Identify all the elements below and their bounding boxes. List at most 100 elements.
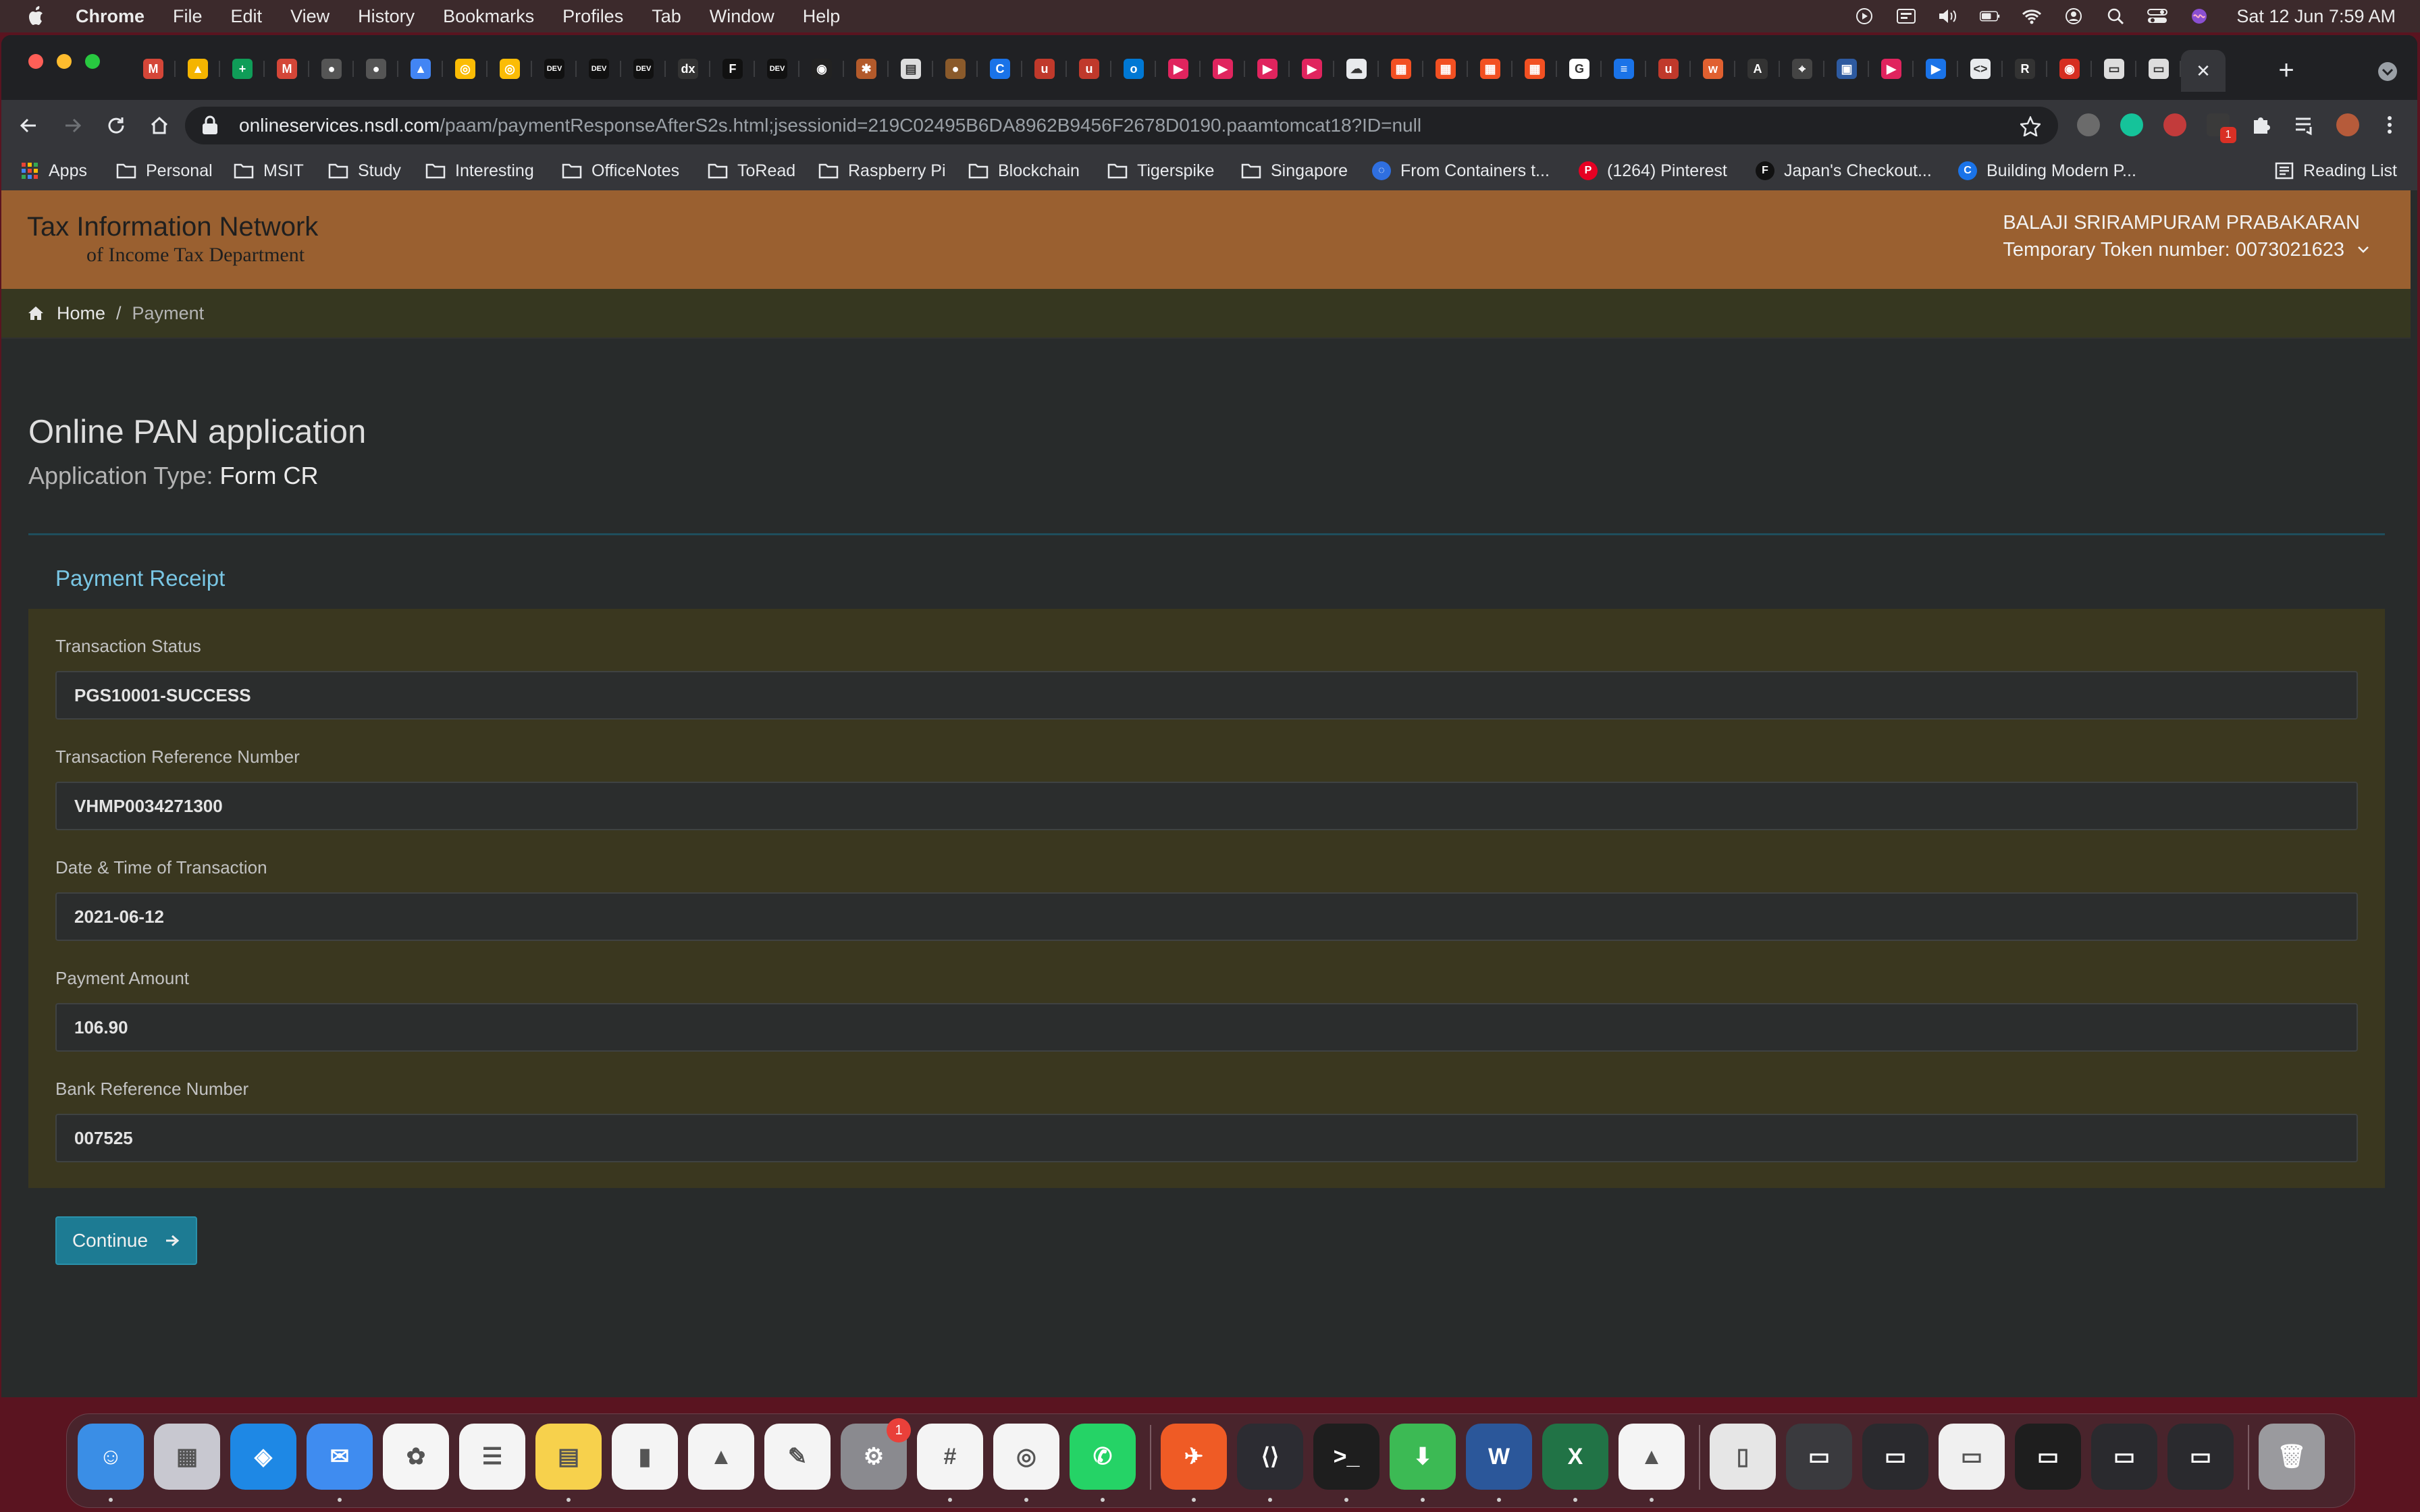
dock-vscode-icon[interactable]: ⟨⟩ [1237,1424,1303,1490]
browser-tab[interactable]: ● [309,50,354,88]
chevron-down-icon[interactable] [2357,245,2370,254]
home-button[interactable] [146,112,173,139]
breadcrumb-home-link[interactable]: Home [57,303,105,324]
back-button[interactable] [15,112,42,139]
bookmark-interesting[interactable]: Interesting [425,159,534,182]
browser-tab[interactable]: C [978,50,1022,88]
bookmark-officenotes[interactable]: OfficeNotes [562,159,679,182]
dock-window-thumb-icon[interactable]: ▭ [1939,1424,2005,1490]
window-minimize-button[interactable] [57,54,72,69]
bookmark-from-containers-t[interactable]: ◌ From Containers t... [1372,159,1550,182]
dock-launchpad-icon[interactable]: ▦ [154,1424,220,1490]
dock-mail-icon[interactable]: ✉ [307,1424,373,1490]
browser-tab[interactable]: ▣ [1824,50,1869,88]
browser-tab[interactable]: F [710,50,755,88]
user-account-icon[interactable] [2063,7,2084,26]
browser-tab[interactable]: ⌖ [1780,50,1824,88]
browser-tab[interactable]: ▶ [1914,50,1958,88]
bookmark-study[interactable]: Study [328,159,401,182]
browser-tab[interactable]: G [1557,50,1602,88]
apple-menu-icon[interactable] [27,5,46,27]
browser-tab[interactable]: ▦ [1468,50,1512,88]
tin-logo[interactable]: Tax Information Network of Income Tax De… [27,212,338,269]
browser-tab[interactable]: ▦ [1379,50,1423,88]
browser-tab[interactable]: ▦ [1423,50,1468,88]
reading-list-button[interactable]: Reading List [2275,159,2397,182]
tab-search-icon[interactable] [2374,58,2401,85]
browser-tab[interactable]: ● [354,50,398,88]
menu-profiles[interactable]: Profiles [562,6,623,27]
dock-window-thumb-icon[interactable]: ▭ [1862,1424,1928,1490]
transaction-date-field[interactable]: 2021-06-12 [55,892,2358,941]
browser-tab[interactable]: ▤ [889,50,933,88]
menu-app-name[interactable]: Chrome [76,6,144,27]
browser-tab[interactable]: u [1067,50,1111,88]
dock-keynote-icon[interactable]: ▲ [688,1424,754,1490]
browser-tab[interactable]: ▲ [176,50,220,88]
browser-tab[interactable]: ◉ [799,50,844,88]
dock-notes-icon[interactable]: ▤ [535,1424,602,1490]
menu-edit[interactable]: Edit [231,6,263,27]
grammarly-extension-icon[interactable] [2120,113,2143,136]
bookmark-raspberry-pi[interactable]: Raspberry Pi [818,159,946,182]
extension-with-badge-icon[interactable]: 1 [2207,113,2236,143]
browser-tab[interactable]: <> [1958,50,2003,88]
browser-tab[interactable]: ✱ [844,50,889,88]
chrome-menu-icon[interactable] [2378,113,2401,136]
bank-reference-field[interactable]: 007525 [55,1114,2358,1162]
transaction-reference-field[interactable]: VHMP0034271300 [55,782,2358,830]
volume-icon[interactable] [1938,7,1958,26]
close-tab-icon[interactable]: ✕ [2196,61,2211,82]
reload-button[interactable] [103,112,130,139]
dock-system-preferences-icon[interactable]: ⚙ 1 [841,1418,911,1490]
window-close-button[interactable] [28,54,43,69]
spotlight-search-icon[interactable] [2105,7,2126,26]
control-center-icon[interactable] [2147,7,2168,26]
dock-window-thumb-icon[interactable]: ▭ [2015,1424,2081,1490]
skype-extension-icon[interactable] [2077,113,2100,136]
browser-tab[interactable]: ☁ [1334,50,1379,88]
browser-tab[interactable]: R [2003,50,2047,88]
browser-tab[interactable]: ◎ [443,50,488,88]
browser-tab[interactable]: + [220,50,265,88]
browser-tab[interactable]: A [1735,50,1780,88]
browser-tab[interactable]: ◉ [2047,50,2092,88]
wifi-icon[interactable] [2022,7,2042,26]
menubar-clock[interactable]: Sat 12 Jun 7:59 AM [2236,6,2396,27]
address-bar[interactable]: onlineservices.nsdl.com/paam/paymentResp… [185,107,2058,144]
profile-avatar[interactable] [2336,113,2359,136]
bookmark-building-modern-p[interactable]: C Building Modern P... [1958,159,2136,182]
user-menu[interactable]: BALAJI SRIRAMPURAM PRABAKARAN Temporary … [2003,209,2370,263]
bookmark-japan-s-checkout[interactable]: F Japan's Checkout... [1756,159,1932,182]
dock-safari-icon[interactable]: ◈ [230,1424,296,1490]
menu-view[interactable]: View [290,6,330,27]
dock-word-icon[interactable]: W [1466,1424,1532,1490]
menu-help[interactable]: Help [803,6,841,27]
dock-reminders-icon[interactable]: ☰ [459,1424,525,1490]
menu-window[interactable]: Window [710,6,774,27]
dock-finder-icon[interactable]: ☺ [78,1424,144,1490]
battery-icon[interactable] [1980,7,2000,26]
bookmark-tigerspike[interactable]: Tigerspike [1107,159,1214,182]
bookmark-apps[interactable]: Apps [20,159,87,182]
bookmark-msit[interactable]: MSIT [234,159,304,182]
now-playing-icon[interactable] [1854,7,1874,26]
menu-bookmarks[interactable]: Bookmarks [443,6,534,27]
siri-icon[interactable] [2189,7,2209,26]
browser-tab[interactable]: DEV [755,50,799,88]
browser-tab[interactable]: ▶ [1290,50,1334,88]
mask-extension-icon[interactable] [2163,113,2186,136]
browser-tab[interactable]: dx [666,50,710,88]
browser-tab[interactable]: ● [933,50,978,88]
dock-numbers-icon[interactable]: ▮ [612,1424,678,1490]
browser-tab[interactable]: u [1646,50,1691,88]
menu-history[interactable]: History [358,6,415,27]
bookmark--1264-pinterest[interactable]: P (1264) Pinterest [1579,159,1727,182]
dock-google-drive-icon[interactable]: ▲ [1619,1424,1685,1490]
browser-tab[interactable]: u [1022,50,1067,88]
dock-excel-icon[interactable]: X [1542,1424,1608,1490]
bookmark-toread[interactable]: ToRead [708,159,795,182]
browser-tab[interactable]: ▭ [2092,50,2136,88]
browser-tab[interactable]: M [265,50,309,88]
dock-pages-icon[interactable]: ✎ [764,1424,831,1490]
